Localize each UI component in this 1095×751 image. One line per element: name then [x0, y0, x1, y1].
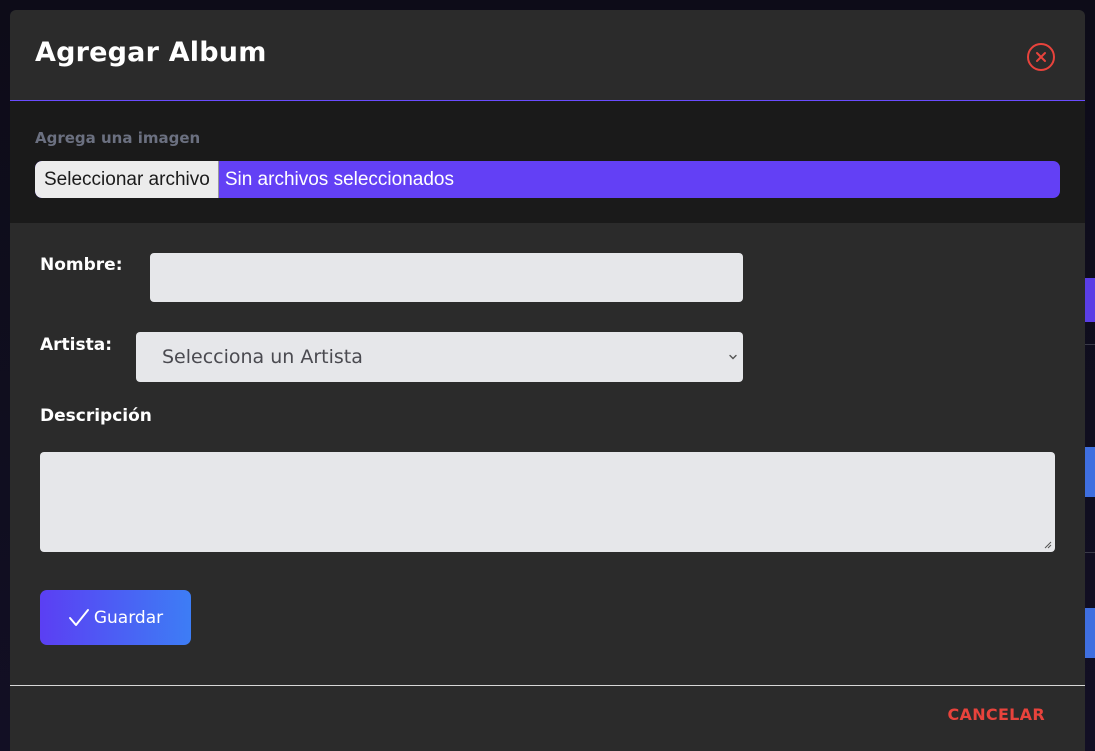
- nombre-input[interactable]: [150, 253, 743, 302]
- artista-label: Artista:: [40, 335, 113, 355]
- album-form: Nombre: Artista: Selecciona un Artista D…: [10, 223, 1085, 685]
- modal-title: Agregar Album: [35, 37, 267, 68]
- background-strip: [1085, 447, 1095, 497]
- add-album-modal: Agregar Album Agrega una imagen Seleccio…: [10, 10, 1085, 751]
- choose-file-button[interactable]: Seleccionar archivo: [35, 161, 219, 198]
- artista-select[interactable]: Selecciona un Artista: [136, 332, 743, 382]
- background-strip: [1085, 608, 1095, 658]
- modal-footer: CANCELAR: [10, 685, 1085, 751]
- modal-header: Agregar Album: [10, 10, 1085, 101]
- background-divider: [1085, 552, 1095, 553]
- image-upload-label: Agrega una imagen: [35, 129, 201, 147]
- save-button-label: Guardar: [93, 607, 164, 628]
- save-button[interactable]: Guardar: [40, 590, 191, 645]
- descripcion-textarea[interactable]: [40, 452, 1055, 552]
- artista-selected-value: Selecciona un Artista: [162, 346, 363, 368]
- chevron-down-icon: [729, 354, 737, 360]
- background-divider: [1085, 344, 1095, 345]
- descripcion-label: Descripción: [40, 406, 152, 426]
- close-button[interactable]: [1027, 43, 1055, 71]
- file-input[interactable]: Seleccionar archivo Sin archivos selecci…: [35, 161, 1060, 198]
- close-icon: [1036, 52, 1046, 62]
- file-status: Sin archivos seleccionados: [224, 168, 454, 190]
- cancel-button[interactable]: CANCELAR: [948, 705, 1046, 724]
- resize-grip-icon[interactable]: [1043, 540, 1052, 549]
- background-strip: [1085, 278, 1095, 322]
- image-upload-section: Agrega una imagen Seleccionar archivo Si…: [10, 101, 1085, 223]
- nombre-label: Nombre:: [40, 255, 123, 275]
- check-icon: [68, 608, 89, 626]
